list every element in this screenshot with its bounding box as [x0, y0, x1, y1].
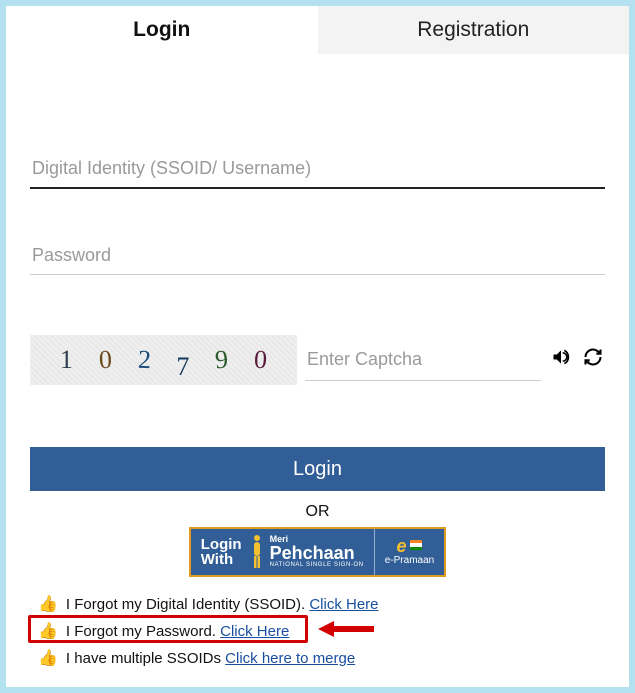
forgot-ssoid-link[interactable]: Click Here	[309, 596, 378, 613]
login-card: Login Registration 1 0 2 7 9 0	[6, 6, 629, 687]
e-pramaan-logo-icon: e	[396, 538, 422, 556]
captcha-image: 1 0 2 7 9 0	[30, 335, 297, 385]
multiple-ssoid-row: 👍 I have multiple SSOIDs Click here to m…	[36, 645, 605, 672]
page-frame: Login Registration 1 0 2 7 9 0	[0, 0, 635, 693]
forgot-password-row: 👍 I Forgot my Password. Click Here	[36, 618, 605, 645]
forgot-password-link[interactable]: Click Here	[220, 623, 289, 640]
pehchaan-figure-icon	[248, 529, 266, 575]
captcha-digit: 1	[60, 345, 73, 375]
login-with-pehchaan-button[interactable]: Login With Meri Pehchaan NATIONAL SINGLE…	[189, 527, 446, 577]
forgot-password-text: I Forgot my Password. Click Here	[66, 623, 289, 640]
captcha-digit: 0	[253, 345, 268, 376]
thumbs-up-icon: 👍	[38, 651, 58, 667]
captcha-row: 1 0 2 7 9 0	[30, 335, 605, 385]
help-links: 👍 I Forgot my Digital Identity (SSOID). …	[30, 591, 605, 672]
captcha-digit: 2	[137, 345, 151, 375]
captcha-input[interactable]	[305, 339, 541, 381]
tab-login[interactable]: Login	[6, 6, 318, 54]
forgot-ssoid-text: I Forgot my Digital Identity (SSOID). Cl…	[66, 596, 379, 613]
captcha-audio-icon[interactable]	[549, 345, 573, 375]
tab-registration[interactable]: Registration	[318, 6, 630, 54]
merge-ssoid-link[interactable]: Click here to merge	[225, 650, 355, 667]
multiple-ssoid-text: I have multiple SSOIDs Click here to mer…	[66, 650, 355, 667]
pehchaan-brand: Meri Pehchaan NATIONAL SINGLE SIGN-ON	[266, 529, 374, 575]
auth-tabs: Login Registration	[6, 6, 629, 54]
forgot-ssoid-row: 👍 I Forgot my Digital Identity (SSOID). …	[36, 591, 605, 618]
captcha-digit: 9	[214, 345, 229, 376]
or-separator: OR	[30, 503, 605, 521]
e-pramaan-section: e e-Pramaan	[374, 529, 444, 575]
captcha-digit: 7	[176, 352, 189, 382]
thumbs-up-icon: 👍	[38, 597, 58, 613]
form-area: 1 0 2 7 9 0 Login OR	[6, 54, 629, 682]
captcha-digit: 0	[98, 345, 113, 376]
captcha-refresh-icon[interactable]	[581, 345, 605, 375]
password-input[interactable]	[30, 237, 605, 275]
ssoid-input[interactable]	[30, 150, 605, 189]
login-button[interactable]: Login	[30, 447, 605, 491]
thumbs-up-icon: 👍	[38, 624, 58, 640]
login-with-label: Login With	[191, 529, 248, 575]
